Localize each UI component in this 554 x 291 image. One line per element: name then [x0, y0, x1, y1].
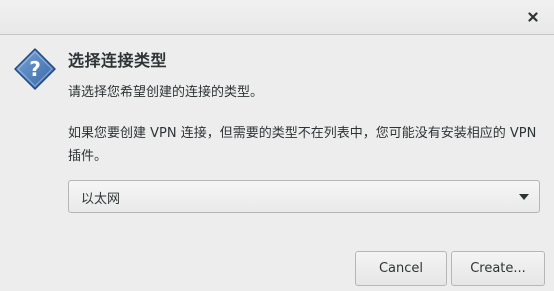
title-bar	[0, 0, 554, 35]
cancel-button[interactable]: Cancel	[355, 251, 447, 286]
connection-type-select[interactable]: 以太网	[68, 180, 540, 213]
vpn-plugin-note: 如果您要创建 VPN 连接，但需要的类型不在列表中，您可能没有安装相应的 VPN…	[68, 126, 537, 164]
close-button[interactable]	[522, 6, 544, 28]
dialog-subtitle: 请选择您希望创建的连接的类型。	[68, 85, 264, 100]
chevron-down-icon	[519, 194, 529, 200]
svg-text:?: ?	[29, 57, 41, 81]
question-icon: ?	[14, 48, 56, 90]
dialog-title: 选择连接类型	[68, 51, 168, 70]
close-icon	[528, 12, 538, 22]
connection-type-dialog: ? 选择连接类型 请选择您希望创建的连接的类型。 如果您要创建 VPN 连接，但…	[0, 0, 554, 291]
connection-type-value: 以太网	[81, 192, 121, 207]
create-button[interactable]: Create...	[451, 251, 545, 286]
